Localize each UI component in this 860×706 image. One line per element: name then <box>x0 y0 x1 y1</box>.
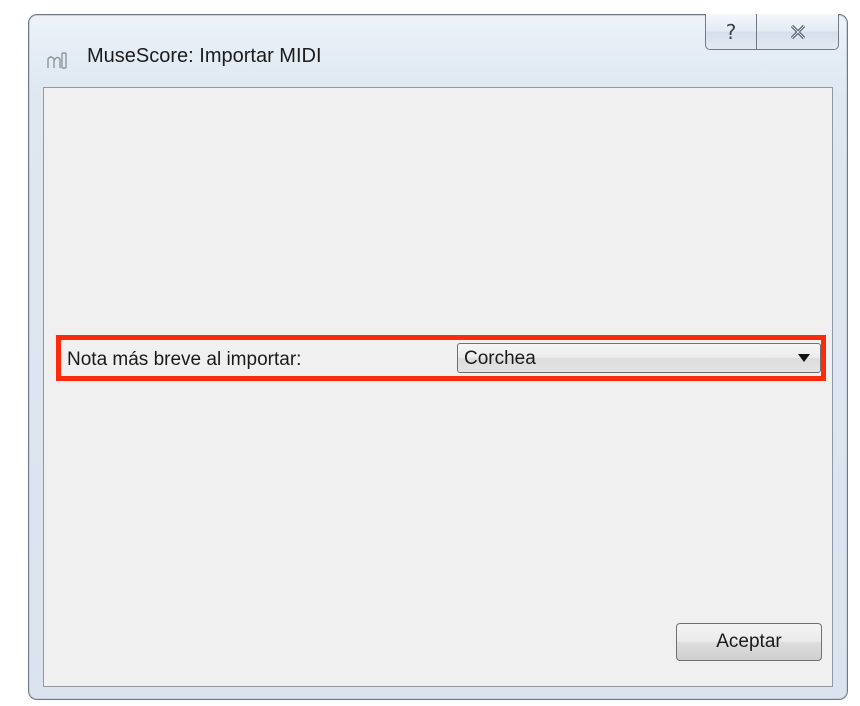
close-button[interactable] <box>757 14 839 50</box>
shortest-note-label: Nota más breve al importar: <box>67 349 302 370</box>
title-bar[interactable]: MuseScore: Importar MIDI ? <box>29 14 847 85</box>
help-question-icon: ? <box>725 19 737 44</box>
caption-buttons: ? <box>705 14 839 50</box>
musescore-logo-icon <box>47 52 67 69</box>
accept-button[interactable]: Aceptar <box>676 623 822 661</box>
dropdown-arrow-icon <box>798 354 810 362</box>
shortest-note-row-highlight: Nota más breve al importar: Corchea <box>56 335 826 381</box>
shortest-note-value: Corchea <box>464 348 536 369</box>
help-button[interactable]: ? <box>705 14 757 50</box>
shortest-note-select[interactable]: Corchea <box>457 343 821 373</box>
window-title: MuseScore: Importar MIDI <box>87 45 322 67</box>
dialog-content: Nota más breve al importar: Corchea Acep… <box>43 87 833 687</box>
import-midi-dialog: MuseScore: Importar MIDI ? Nota más brev… <box>28 14 848 700</box>
close-x-icon <box>790 24 805 39</box>
